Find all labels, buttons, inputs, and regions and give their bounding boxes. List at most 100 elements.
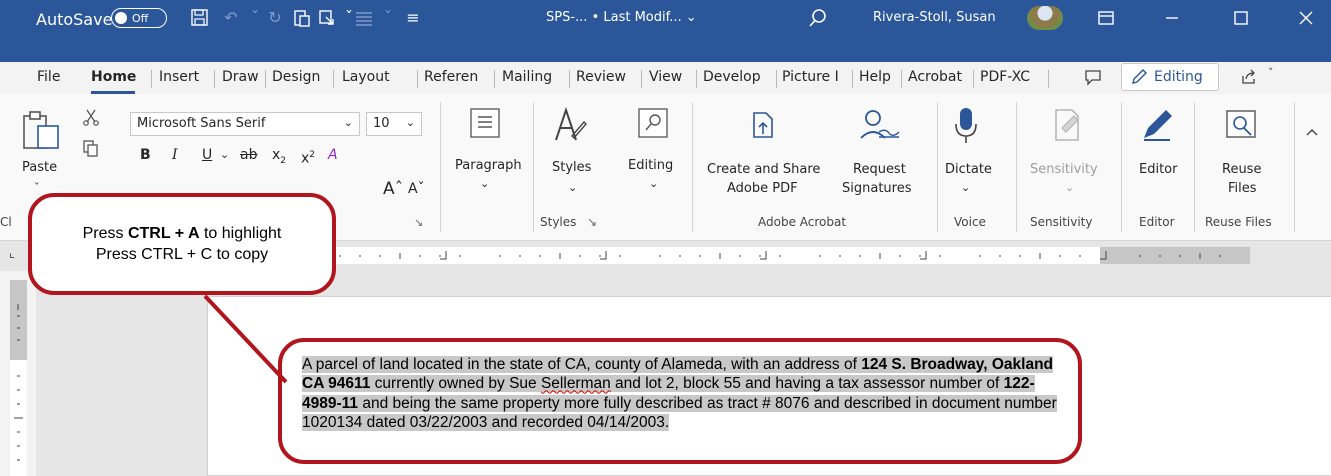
tab-separator (1048, 70, 1049, 88)
styles-dialog-launcher-icon[interactable]: ↘ (587, 215, 597, 229)
create-pdf-icon[interactable] (748, 110, 778, 140)
tab-design[interactable]: Design (272, 69, 320, 85)
chevron-down-icon[interactable]: ⌄ (649, 174, 658, 193)
redo-icon[interactable]: ↻ (264, 7, 286, 29)
group-separator (440, 102, 441, 232)
copy-icon[interactable] (82, 139, 100, 157)
tab-developer[interactable]: Develop (703, 69, 761, 85)
tab-separator (852, 70, 853, 88)
tab-separator (494, 70, 495, 88)
avatar[interactable] (1027, 6, 1063, 30)
minimize-icon[interactable] (1160, 6, 1184, 30)
chevron-down-icon[interactable]: ⌄ (1065, 178, 1074, 197)
undo-dropdown-icon[interactable]: ˇ (244, 7, 266, 29)
horizontal-ruler[interactable] (300, 247, 1250, 264)
tab-acrobat[interactable]: Acrobat (908, 69, 962, 85)
grow-font-button[interactable]: Aˆ (383, 178, 403, 200)
tab-stop-selector-icon[interactable]: ⌞ (9, 246, 15, 261)
dictate-button-label[interactable]: Dictate (945, 160, 992, 179)
search-icon[interactable] (808, 8, 828, 28)
tab-references[interactable]: Referen (424, 69, 478, 85)
reuse-files-label-line1[interactable]: Reuse (1222, 160, 1261, 179)
subscript-button[interactable]: x2 (272, 144, 286, 166)
tab-file[interactable]: File (37, 69, 60, 85)
reuse-files-label-line2[interactable]: Files (1228, 179, 1257, 198)
align-icon[interactable] (353, 7, 375, 29)
tab-layout[interactable]: Layout (342, 69, 390, 85)
find-icon[interactable] (638, 108, 668, 138)
styles-group-label: Styles (540, 215, 577, 229)
document-title[interactable]: SPS-... • Last Modif... ⌄ (546, 10, 697, 25)
autosave-toggle[interactable]: Off (111, 8, 167, 28)
underline-dropdown-icon[interactable]: ⌄ (220, 144, 229, 166)
font-name-dropdown[interactable]: Microsoft Sans Serif ⌄ (130, 112, 360, 136)
vertical-ruler[interactable] (10, 280, 27, 476)
italic-button[interactable]: I (172, 144, 178, 166)
tab-separator (776, 70, 777, 88)
paste-button-label[interactable]: Paste (22, 158, 57, 177)
editing-button-label[interactable]: Editing (628, 156, 673, 175)
font-dialog-launcher-icon[interactable]: ↘ (414, 212, 423, 234)
tab-picture[interactable]: Picture I (782, 69, 839, 85)
font-size-dropdown[interactable]: 10 ⌄ (366, 112, 422, 136)
tab-draw[interactable]: Draw (222, 69, 259, 85)
save-icon[interactable] (189, 7, 211, 29)
paragraph-button-label[interactable]: Paragraph (455, 156, 522, 175)
ruler-ticks (339, 251, 1221, 260)
format-icon[interactable] (316, 7, 338, 29)
callout-keys: CTRL + A (127, 225, 200, 242)
close-icon[interactable] (1294, 6, 1318, 30)
microphone-icon[interactable] (951, 106, 981, 146)
group-separator (533, 102, 534, 232)
create-share-label-line2[interactable]: Adobe PDF (727, 179, 798, 198)
paste-special-icon[interactable] (291, 7, 313, 29)
cut-icon[interactable] (82, 108, 100, 126)
tab-mailings[interactable]: Mailing (502, 69, 552, 85)
ribbon-display-icon[interactable] (1094, 6, 1118, 30)
autosave-state: Off (132, 11, 149, 25)
maximize-icon[interactable] (1229, 6, 1253, 30)
chevron-down-icon[interactable]: ⌄ (961, 178, 970, 197)
sensitivity-icon[interactable] (1050, 106, 1084, 144)
tab-view[interactable]: View (649, 69, 682, 85)
reuse-files-icon[interactable] (1224, 108, 1258, 142)
request-signatures-label-line2[interactable]: Signatures (842, 179, 912, 198)
sensitivity-button-label[interactable]: Sensitivity (1030, 160, 1098, 179)
tab-home[interactable]: Home (91, 69, 136, 85)
request-signatures-label-line1[interactable]: Request (853, 160, 906, 179)
create-share-label-line1[interactable]: Create and Share (707, 160, 820, 179)
pencil-icon (1132, 69, 1147, 84)
collapse-ribbon-icon[interactable] (1304, 126, 1320, 138)
align-dropdown-icon[interactable]: ˇ (377, 7, 399, 29)
editor-button-label[interactable]: Editor (1139, 160, 1177, 179)
paste-icon[interactable] (20, 110, 70, 150)
editor-icon[interactable] (1140, 106, 1174, 144)
chevron-down-icon[interactable]: ⌄ (480, 174, 489, 193)
share-button[interactable]: ˅ (1240, 66, 1290, 88)
user-name[interactable]: Rivera-Stoll, Susan (873, 10, 996, 25)
tab-insert[interactable]: Insert (159, 69, 199, 85)
request-signatures-icon[interactable] (855, 108, 901, 142)
paragraph-icon[interactable] (470, 108, 500, 138)
chevron-down-icon[interactable]: ˇ (34, 178, 40, 197)
callout-line-1: Press CTRL + A to highlight (83, 223, 282, 244)
styles-button-label[interactable]: Styles (552, 158, 591, 177)
bold-button[interactable]: B (140, 144, 151, 166)
comment-icon[interactable] (1082, 67, 1104, 87)
chevron-down-icon: ˅ (1268, 66, 1274, 79)
shrink-font-button[interactable]: Aˇ (408, 178, 425, 200)
undo-icon[interactable]: ↶ (220, 7, 242, 29)
chevron-down-icon[interactable]: ⌄ (568, 178, 577, 197)
strikethrough-button[interactable]: ab (240, 144, 257, 166)
underline-button[interactable]: U (202, 144, 212, 166)
styles-icon[interactable] (552, 106, 588, 146)
share-icon (1242, 69, 1255, 84)
callout-line-2: Press CTRL + C to copy (95, 246, 269, 263)
superscript-button[interactable]: x2 (301, 144, 315, 167)
clear-formatting-button[interactable]: A (328, 144, 338, 166)
customize-toolbar-icon[interactable]: ≡ (402, 7, 424, 29)
tab-review[interactable]: Review (576, 69, 626, 85)
editing-mode-button[interactable]: Editing ˅ (1121, 63, 1219, 110)
tab-pdf-xchange[interactable]: PDF-XC (980, 69, 1030, 85)
tab-help[interactable]: Help (859, 69, 891, 85)
